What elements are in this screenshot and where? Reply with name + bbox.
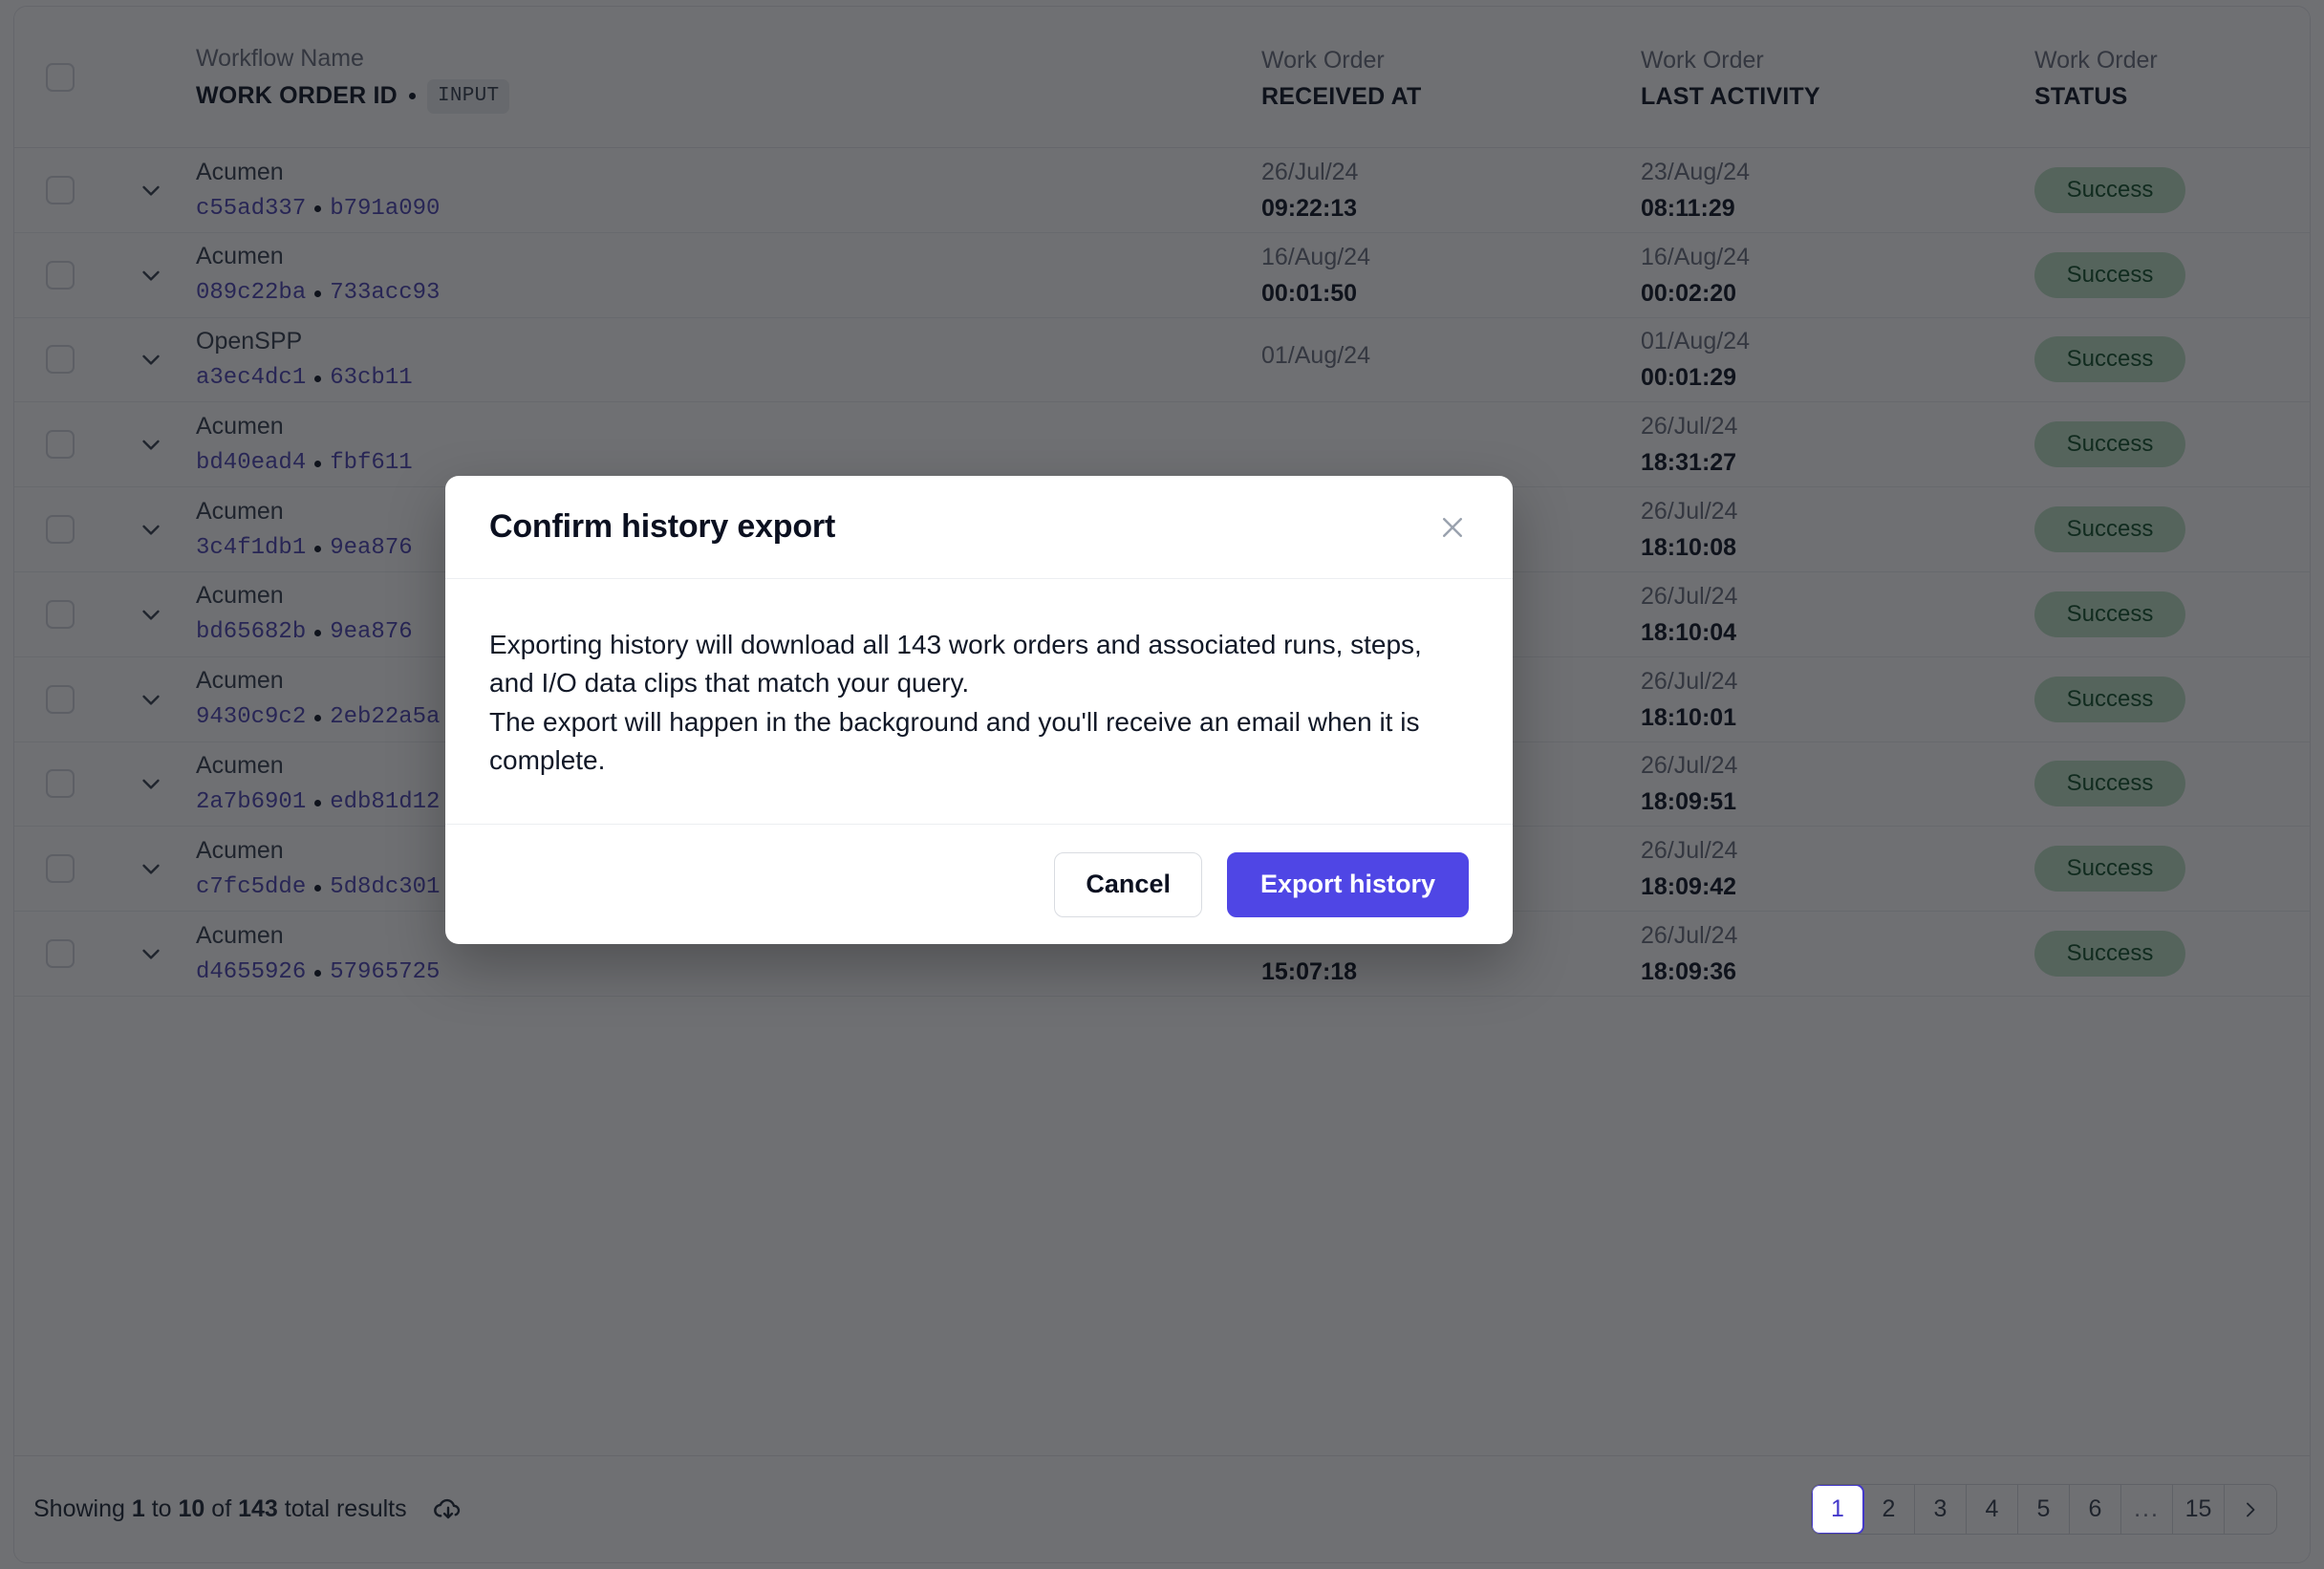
dialog-title: Confirm history export [489, 508, 836, 545]
confirm-history-export-dialog: Confirm history export Exporting history… [445, 476, 1513, 945]
dialog-header: Confirm history export [445, 476, 1513, 579]
export-history-button[interactable]: Export history [1226, 851, 1469, 917]
dialog-message-line-2: The export will happen in the background… [489, 706, 1420, 775]
close-icon[interactable] [1427, 502, 1478, 553]
dialog-body: Exporting history will download all 143 … [445, 579, 1513, 824]
cancel-button[interactable]: Cancel [1054, 851, 1202, 917]
dialog-message-line-1: Exporting history will download all 143 … [489, 630, 1422, 699]
dialog-footer: Cancel Export history [445, 824, 1513, 944]
pagination-page-1[interactable]: 1 [1812, 1485, 1864, 1534]
